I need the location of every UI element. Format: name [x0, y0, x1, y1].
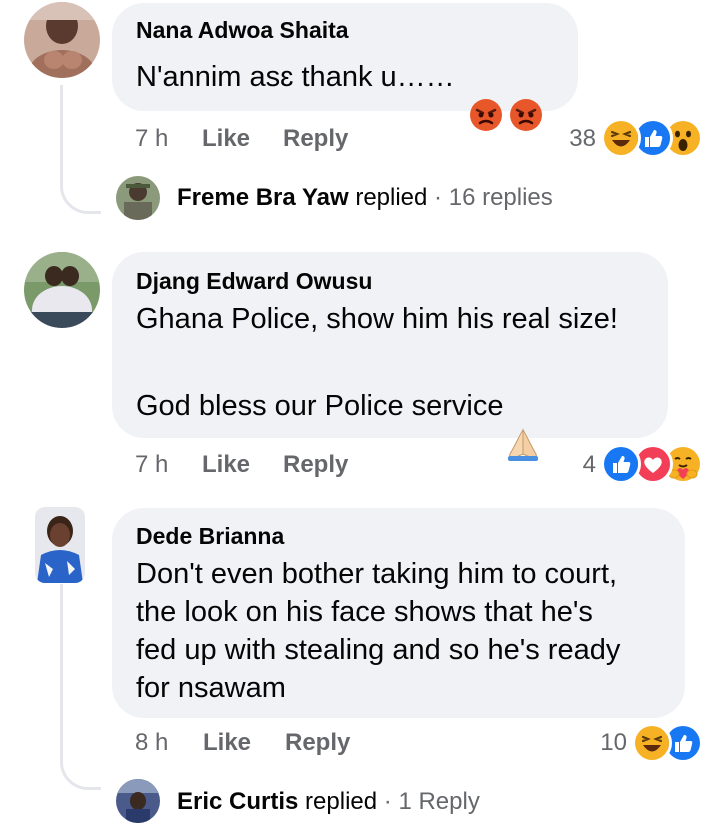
- angry-emoji-icon: [469, 60, 503, 131]
- avatar[interactable]: [35, 507, 85, 583]
- reply-count: 16 replies: [448, 184, 553, 211]
- reaction-count[interactable]: 10: [585, 729, 627, 757]
- comment-text-content: N'annim asɛ thank u……: [136, 61, 455, 93]
- reply-summary[interactable]: Eric Curtis replied · 1 Reply: [177, 788, 480, 816]
- reply-label: replied: [355, 184, 428, 211]
- reply-summary[interactable]: Freme Bra Yaw replied · 16 replies: [177, 184, 553, 212]
- thread-line: [60, 584, 101, 790]
- reply-author: Eric Curtis: [177, 788, 299, 815]
- reply-label: replied: [305, 788, 378, 815]
- comment-time[interactable]: 8 h: [135, 729, 168, 757]
- reaction-count[interactable]: 38: [540, 125, 596, 153]
- thread-line: [60, 85, 101, 214]
- reply-avatar[interactable]: [116, 176, 160, 220]
- comment-text: N'annim asɛ thank u……: [136, 58, 543, 131]
- comment-text-content: God bless our Police service: [136, 390, 504, 422]
- comment-author[interactable]: Nana Adwoa Shaita: [136, 17, 349, 44]
- haha-icon: [632, 723, 672, 763]
- separator: ·: [383, 788, 392, 815]
- reply-count: 1 Reply: [398, 788, 480, 815]
- separator: ·: [434, 184, 443, 211]
- reply-button[interactable]: Reply: [283, 125, 348, 153]
- like-button[interactable]: Like: [203, 729, 251, 757]
- reply-avatar[interactable]: [116, 779, 160, 823]
- comment-text-line-1: Ghana Police, show him his real size!: [136, 303, 618, 335]
- avatar[interactable]: [24, 252, 100, 328]
- reply-author: Freme Bra Yaw: [177, 184, 349, 211]
- comment-author[interactable]: Dede Brianna: [136, 523, 284, 550]
- comment-time[interactable]: 7 h: [135, 125, 168, 153]
- avatar[interactable]: [24, 2, 100, 78]
- comment-text: Don't even bother taking him to court, t…: [136, 558, 621, 704]
- like-icon: [601, 444, 641, 484]
- comment-time[interactable]: 7 h: [135, 451, 168, 479]
- angry-emoji-icon: [509, 60, 543, 131]
- reply-button[interactable]: Reply: [285, 729, 350, 757]
- reply-button[interactable]: Reply: [283, 451, 348, 479]
- praying-hands-icon: [504, 388, 542, 461]
- comment-text-line-2: God bless our Police service: [136, 387, 542, 461]
- reaction-count[interactable]: 4: [560, 451, 596, 479]
- comment-author[interactable]: Djang Edward Owusu: [136, 268, 372, 295]
- haha-icon: [601, 118, 641, 158]
- like-button[interactable]: Like: [202, 125, 250, 153]
- like-button[interactable]: Like: [202, 451, 250, 479]
